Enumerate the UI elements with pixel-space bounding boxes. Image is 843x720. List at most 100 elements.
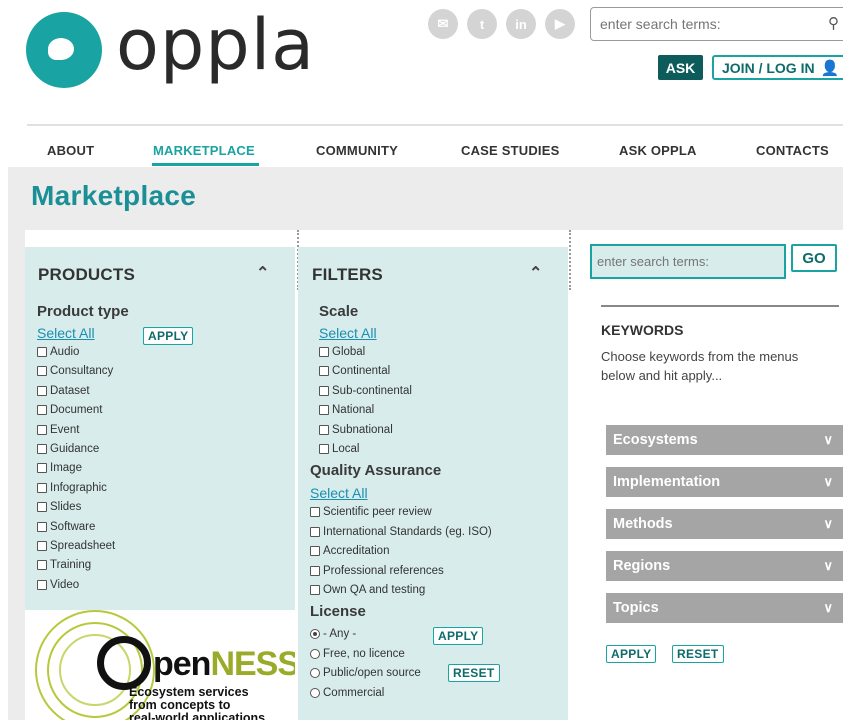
linkedin-icon[interactable]: in [506,9,536,39]
openness-logo[interactable]: penNESS Ecosystem services from concepts… [25,610,295,720]
checkbox-icon[interactable] [37,502,47,513]
checkbox-icon[interactable] [319,405,329,416]
envelope-icon[interactable]: ✉ [428,9,458,39]
qa-checkbox[interactable]: Accreditation [310,543,389,559]
checkbox-icon[interactable] [37,521,47,532]
scale-select-all-link[interactable]: Select All [319,325,377,341]
join-login-label: JOIN / LOG IN [722,59,815,76]
product-type-checkbox-label: Image [50,462,82,475]
checkbox-icon[interactable] [319,424,329,435]
search-icon[interactable]: ⚲ [828,14,839,32]
qa-checkbox[interactable]: Professional references [310,563,444,579]
products-apply-button[interactable]: APPLY [143,327,194,345]
scale-checkbox[interactable]: Continental [319,363,390,379]
radio-icon[interactable] [310,687,320,698]
checkbox-icon[interactable] [37,424,47,435]
ask-button[interactable]: ASK [658,55,703,80]
scale-checkbox[interactable]: Sub-continental [319,383,412,399]
license-radio[interactable]: Public/open source [310,665,421,681]
products-select-all-link[interactable]: Select All [37,325,95,341]
radio-icon[interactable] [310,648,320,659]
checkbox-icon[interactable] [310,507,320,517]
checkbox-icon[interactable] [37,405,47,416]
checkbox-icon[interactable] [37,541,47,551]
keyword-search-input[interactable] [592,246,784,277]
nav-about[interactable]: ABOUT [47,143,94,158]
youtube-icon[interactable]: ▶ [545,9,575,39]
product-type-checkbox[interactable]: Software [37,519,95,535]
qa-checkbox[interactable]: Scientific peer review [310,504,432,520]
checkbox-icon[interactable] [319,444,329,454]
chevron-down-icon[interactable]: ∨ [823,432,833,448]
license-reset-button[interactable]: RESET [448,664,500,682]
go-button[interactable]: GO [791,244,837,272]
checkbox-icon[interactable] [37,463,47,474]
scale-checkbox[interactable]: Subnational [319,422,393,438]
product-type-checkbox[interactable]: Guidance [37,441,99,457]
checkbox-icon[interactable] [319,366,329,377]
nav-ask-oppla[interactable]: ASK OPPLA [619,143,697,158]
checkbox-icon[interactable] [319,385,329,396]
license-radio[interactable]: Commercial [310,685,384,701]
product-type-checkbox[interactable]: Event [37,422,79,438]
product-type-checkbox[interactable]: Video [37,577,79,593]
checkbox-icon[interactable] [319,347,329,357]
scale-checkbox[interactable]: Local [319,441,360,457]
accordion-regions[interactable]: Regions ∨ [606,551,843,581]
checkbox-icon[interactable] [37,385,47,396]
products-panel: PRODUCTS ⌃ Product type Select All APPLY… [25,247,295,610]
scale-checkbox[interactable]: Global [319,344,365,360]
scale-checkbox[interactable]: National [319,402,374,418]
radio-icon[interactable] [310,629,320,639]
nav-case-studies[interactable]: CASE STUDIES [461,143,559,158]
accordion-topics[interactable]: Topics ∨ [606,593,843,623]
keywords-reset-button[interactable]: RESET [672,645,724,663]
twitter-icon[interactable]: t [467,9,497,39]
nav-community[interactable]: COMMUNITY [316,143,398,158]
qa-checkbox[interactable]: Own QA and testing [310,582,425,598]
product-type-checkbox[interactable]: Document [37,402,102,418]
qa-select-all-link[interactable]: Select All [310,485,368,501]
radio-icon[interactable] [310,668,320,679]
openness-o [97,636,151,690]
checkbox-icon[interactable] [310,585,320,596]
header-search-input[interactable] [591,8,811,40]
chevron-down-icon[interactable]: ∨ [823,474,833,490]
chevron-down-icon[interactable]: ∨ [823,558,833,574]
chevron-down-icon[interactable]: ∨ [823,600,833,616]
product-type-checkbox[interactable]: Audio [37,344,79,360]
product-type-checkbox[interactable]: Consultancy [37,363,113,379]
checkbox-icon[interactable] [310,565,320,576]
accordion-implementation[interactable]: Implementation ∨ [606,467,843,497]
chevron-down-icon[interactable]: ∨ [823,516,833,532]
checkbox-icon[interactable] [37,579,47,590]
join-login-button[interactable]: JOIN / LOG IN 👤 [712,55,843,80]
license-radio[interactable]: Free, no licence [310,646,405,662]
product-type-checkbox[interactable]: Infographic [37,480,107,496]
checkbox-icon[interactable] [37,482,47,493]
checkbox-icon[interactable] [37,347,47,357]
checkbox-icon[interactable] [37,444,47,454]
product-type-checkbox[interactable]: Image [37,460,82,476]
checkbox-icon[interactable] [310,526,320,537]
license-radio[interactable]: - Any - [310,626,356,642]
chevron-up-icon[interactable]: ⌃ [256,263,269,283]
nav-marketplace[interactable]: MARKETPLACE [153,143,255,158]
accordion-ecosystems[interactable]: Ecosystems ∨ [606,425,843,455]
product-type-checkbox[interactable]: Spreadsheet [37,538,115,554]
nav-contacts[interactable]: CONTACTS [756,143,829,158]
chevron-up-icon[interactable]: ⌃ [529,263,542,283]
checkbox-icon[interactable] [37,560,47,571]
keywords-apply-button[interactable]: APPLY [606,645,657,663]
accordion-methods[interactable]: Methods ∨ [606,509,843,539]
checkbox-icon[interactable] [37,366,47,377]
oppla-logo[interactable]: oppla [26,10,315,88]
qa-checkbox[interactable]: International Standards (eg. ISO) [310,524,492,540]
column-divider [569,230,571,290]
product-type-checkbox-label: Document [50,404,103,417]
product-type-checkbox[interactable]: Dataset [37,383,90,399]
product-type-checkbox[interactable]: Slides [37,499,81,515]
license-apply-button[interactable]: APPLY [433,627,484,645]
checkbox-icon[interactable] [310,546,320,557]
product-type-checkbox[interactable]: Training [37,557,91,573]
